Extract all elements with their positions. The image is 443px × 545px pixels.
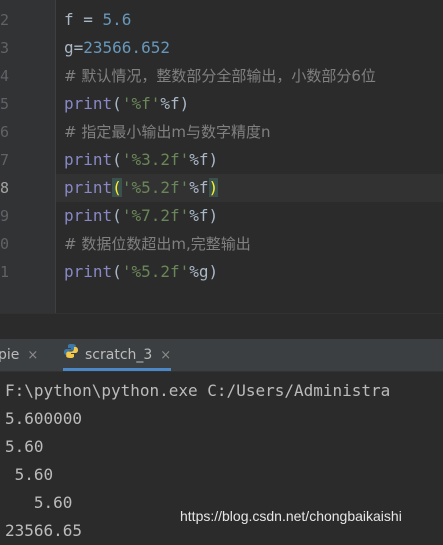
code-token: %g) bbox=[189, 262, 219, 281]
code-token: # 指定最小输出m与数字精度n bbox=[64, 123, 271, 141]
code-token: 23566.652 bbox=[83, 38, 170, 57]
line-number: 9 bbox=[0, 207, 10, 225]
code-editor[interactable]: 2345678901 f = 5.6 g=23566.652 # 默认情况，整数部分… bbox=[0, 0, 443, 313]
code-token: %f) bbox=[189, 206, 219, 225]
console-line: 5.60 bbox=[5, 493, 73, 512]
editor-panel-separator bbox=[0, 313, 443, 340]
code-token: '%3.2f' bbox=[121, 150, 190, 169]
code-line[interactable]: # 数据位数超出m,完整输出 bbox=[64, 230, 443, 258]
code-token: print bbox=[64, 150, 113, 169]
code-token: ) bbox=[208, 178, 219, 197]
line-number-gutter: 2 3 4 5 6 7 8 9 0 1 bbox=[0, 0, 56, 313]
tab-label: scratch_3 bbox=[85, 347, 153, 363]
line-number: 7 bbox=[0, 151, 10, 169]
close-icon[interactable]: × bbox=[27, 348, 38, 363]
line-number: 3 bbox=[0, 39, 10, 57]
tab-pie[interactable]: pie × bbox=[0, 339, 38, 371]
code-token: ( bbox=[112, 150, 122, 169]
line-number: 5 bbox=[0, 95, 10, 113]
code-line[interactable]: print('%3.2f'%f) bbox=[64, 146, 443, 174]
console-line: 5.60 bbox=[5, 465, 54, 484]
code-token: # 默认情况，整数部分全部输出，小数部分6位 bbox=[64, 67, 376, 85]
line-number: 1 bbox=[0, 263, 10, 281]
close-icon[interactable]: × bbox=[160, 348, 171, 363]
code-line[interactable]: f = 5.6 bbox=[64, 6, 443, 34]
code-token: ( bbox=[112, 206, 122, 225]
console-line: F:\python\python.exe C:/Users/Administra bbox=[5, 381, 391, 400]
code-token: '%5.2f' bbox=[121, 262, 190, 281]
console-line: 23566.65 bbox=[5, 521, 83, 540]
code-line[interactable]: # 指定最小输出m与数字精度n bbox=[64, 118, 443, 146]
tab-label: pie bbox=[0, 347, 20, 363]
code-line[interactable]: print('%f'%f) bbox=[64, 90, 443, 118]
code-token: '%7.2f' bbox=[121, 206, 190, 225]
line-number: 0 bbox=[0, 235, 10, 253]
watermark: https://blog.csdn.net/chongbaikaishi bbox=[180, 508, 402, 524]
tab-scratch-3[interactable]: scratch_3 × bbox=[63, 339, 172, 371]
line-number: 8 bbox=[0, 179, 10, 197]
code-token: '%f' bbox=[121, 94, 161, 113]
code-line[interactable]: # 默认情况，整数部分全部输出，小数部分6位 bbox=[64, 62, 443, 90]
python-icon bbox=[63, 339, 79, 371]
code-token: '%5.2f' bbox=[121, 178, 190, 197]
console-line: 5.60 bbox=[5, 437, 44, 456]
code-token: %f bbox=[189, 178, 209, 197]
console-line: 5.600000 bbox=[5, 409, 83, 428]
code-token: %f) bbox=[160, 94, 190, 113]
code-token: print bbox=[64, 206, 113, 225]
code-token: g= bbox=[64, 38, 84, 57]
code-token: ( bbox=[112, 262, 122, 281]
code-token: print bbox=[64, 262, 113, 281]
line-number: 6 bbox=[0, 123, 10, 141]
code-token: print bbox=[64, 178, 113, 197]
code-token: print bbox=[64, 94, 113, 113]
code-token: # 数据位数超出m,完整输出 bbox=[64, 235, 251, 253]
run-tabs-bar: pie × scratch_3 × bbox=[0, 339, 443, 372]
code-line[interactable]: print('%7.2f'%f) bbox=[64, 202, 443, 230]
code-line[interactable]: g=23566.652 bbox=[64, 34, 443, 62]
code-token: f = bbox=[64, 10, 103, 29]
code-line[interactable]: print('%5.2f'%g) bbox=[64, 258, 443, 286]
code-token: %f) bbox=[189, 150, 219, 169]
line-number: 4 bbox=[0, 67, 10, 85]
line-number: 2 bbox=[0, 11, 10, 29]
code-token: ( bbox=[112, 94, 122, 113]
code-token: 5.6 bbox=[102, 10, 132, 29]
code-line[interactable]: print('%5.2f'%f) bbox=[56, 174, 443, 202]
code-token: ( bbox=[112, 178, 122, 197]
